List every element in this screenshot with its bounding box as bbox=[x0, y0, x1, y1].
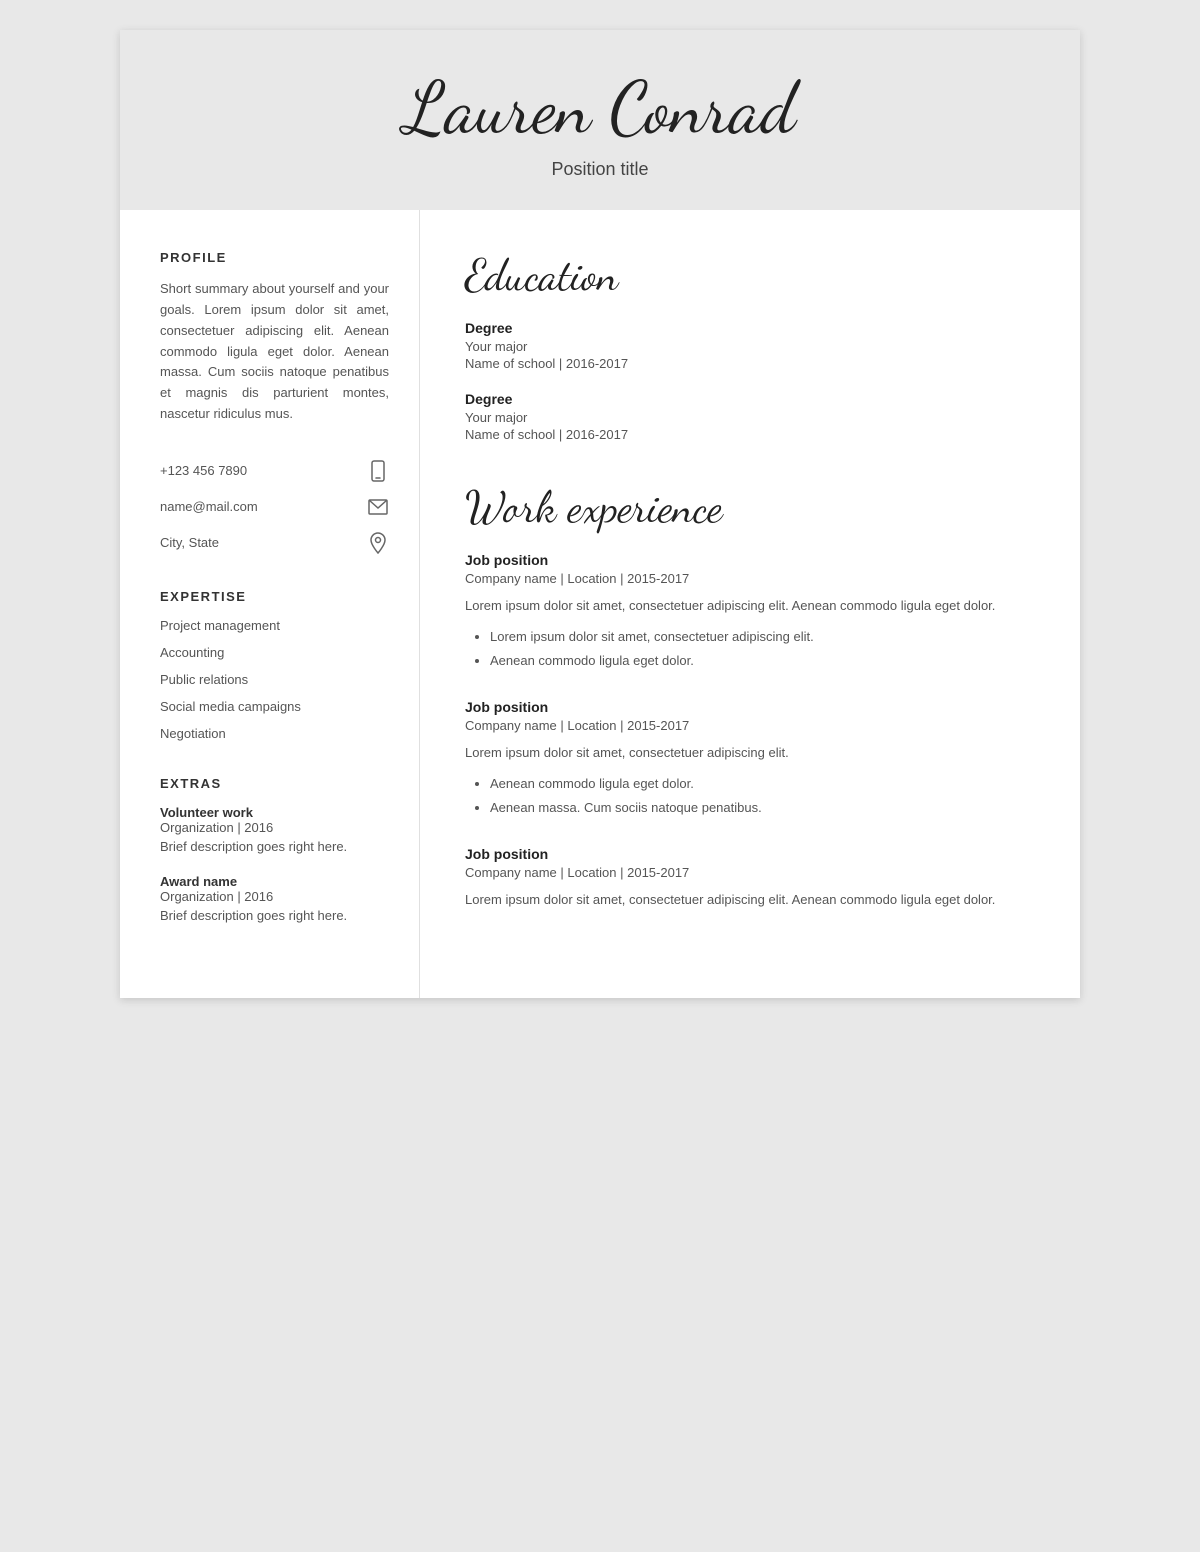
main-content: Education Degree Your major Name of school… bbox=[420, 210, 1080, 998]
extras-entry: Award nameOrganization | 2016 Brief descr… bbox=[160, 874, 389, 923]
work-company: Company name | Location | 2015-2017 bbox=[465, 571, 1030, 586]
contact-phone: +123 456 7890 bbox=[160, 460, 389, 482]
edu-school: Name of school | 2016-2017 bbox=[465, 427, 1030, 442]
work-bullet-item: Lorem ipsum dolor sit amet, consectetuer… bbox=[490, 627, 1030, 647]
expertise-item: Project management bbox=[160, 618, 389, 633]
work-entry: Job position Company name | Location | 20… bbox=[465, 699, 1030, 818]
resume-body: PROFILE Short summary about yourself and… bbox=[120, 210, 1080, 998]
edu-major: Your major bbox=[465, 410, 1030, 425]
education-entry: Degree Your major Name of school | 2016-20… bbox=[465, 391, 1030, 442]
work-bullets: Aenean commodo ligula eget dolor. Aenean … bbox=[470, 774, 1030, 818]
expertise-section: EXPERTISE Project management Accounting Pu… bbox=[160, 589, 389, 741]
expertise-item: Public relations bbox=[160, 672, 389, 687]
work-bullets: Lorem ipsum dolor sit amet, consectetuer… bbox=[470, 627, 1030, 671]
work-entry: Job position Company name | Location | 20… bbox=[465, 552, 1030, 671]
location-icon bbox=[367, 532, 389, 554]
edu-degree: Degree bbox=[465, 320, 1030, 336]
education-entry: Degree Your major Name of school | 2016-20… bbox=[465, 320, 1030, 371]
contact-email: name@mail.com bbox=[160, 496, 389, 518]
edu-degree: Degree bbox=[465, 391, 1030, 407]
work-experience-section: Work experience Job position Company name… bbox=[465, 482, 1030, 910]
expertise-item: Social media campaigns bbox=[160, 699, 389, 714]
edu-school: Name of school | 2016-2017 bbox=[465, 356, 1030, 371]
extras-entry-title: Volunteer work bbox=[160, 805, 389, 820]
work-position: Job position bbox=[465, 699, 1030, 715]
phone-text: +123 456 7890 bbox=[160, 463, 247, 478]
education-list: Degree Your major Name of school | 2016-20… bbox=[465, 320, 1030, 442]
work-description: Lorem ipsum dolor sit amet, consectetuer… bbox=[465, 890, 1030, 911]
work-position: Job position bbox=[465, 846, 1030, 862]
education-section: Education Degree Your major Name of school… bbox=[465, 250, 1030, 442]
email-text: name@mail.com bbox=[160, 499, 258, 514]
extras-section-title: EXTRAS bbox=[160, 776, 389, 791]
work-description: Lorem ipsum dolor sit amet, consectetuer… bbox=[465, 596, 1030, 617]
resume-name: Lauren Conrad bbox=[140, 70, 1060, 149]
phone-icon bbox=[367, 460, 389, 482]
contact-location: City, State bbox=[160, 532, 389, 554]
extras-entry-title: Award name bbox=[160, 874, 389, 889]
extras-entry-desc: Brief description goes right here. bbox=[160, 908, 389, 923]
expertise-item: Negotiation bbox=[160, 726, 389, 741]
contact-section: +123 456 7890 name@mail.com bbox=[160, 460, 389, 554]
work-list: Job position Company name | Location | 20… bbox=[465, 552, 1030, 910]
extras-entry: Volunteer workOrganization | 2016 Brief d… bbox=[160, 805, 389, 854]
resume-position-title: Position title bbox=[140, 159, 1060, 180]
expertise-list: Project management Accounting Public relat… bbox=[160, 618, 389, 741]
edu-major: Your major bbox=[465, 339, 1030, 354]
email-icon bbox=[367, 496, 389, 518]
work-position: Job position bbox=[465, 552, 1030, 568]
resume-page: Lauren Conrad Position title PROFILE Sho… bbox=[120, 30, 1080, 998]
extras-entry-desc: Brief description goes right here. bbox=[160, 839, 389, 854]
expertise-item: Accounting bbox=[160, 645, 389, 660]
extras-entry-subtitle: Organization | 2016 bbox=[160, 889, 389, 904]
work-bullet-item: Aenean massa. Cum sociis natoque penatib… bbox=[490, 798, 1030, 818]
work-bullet-item: Aenean commodo ligula eget dolor. bbox=[490, 651, 1030, 671]
extras-entry-subtitle: Organization | 2016 bbox=[160, 820, 389, 835]
work-company: Company name | Location | 2015-2017 bbox=[465, 865, 1030, 880]
work-bullet-item: Aenean commodo ligula eget dolor. bbox=[490, 774, 1030, 794]
work-entry: Job position Company name | Location | 20… bbox=[465, 846, 1030, 911]
profile-section-title: PROFILE bbox=[160, 250, 389, 265]
extras-section: EXTRAS Volunteer workOrganization | 2016… bbox=[160, 776, 389, 923]
work-description: Lorem ipsum dolor sit amet, consectetuer… bbox=[465, 743, 1030, 764]
resume-header: Lauren Conrad Position title bbox=[120, 30, 1080, 210]
profile-section: PROFILE Short summary about yourself and… bbox=[160, 250, 389, 425]
education-heading: Education bbox=[465, 250, 1030, 302]
profile-text: Short summary about yourself and your go… bbox=[160, 279, 389, 425]
sidebar: PROFILE Short summary about yourself and… bbox=[120, 210, 420, 998]
work-experience-heading: Work experience bbox=[465, 482, 1030, 534]
work-company: Company name | Location | 2015-2017 bbox=[465, 718, 1030, 733]
extras-list: Volunteer workOrganization | 2016Brief d… bbox=[160, 805, 389, 923]
location-text: City, State bbox=[160, 535, 219, 550]
expertise-section-title: EXPERTISE bbox=[160, 589, 389, 604]
